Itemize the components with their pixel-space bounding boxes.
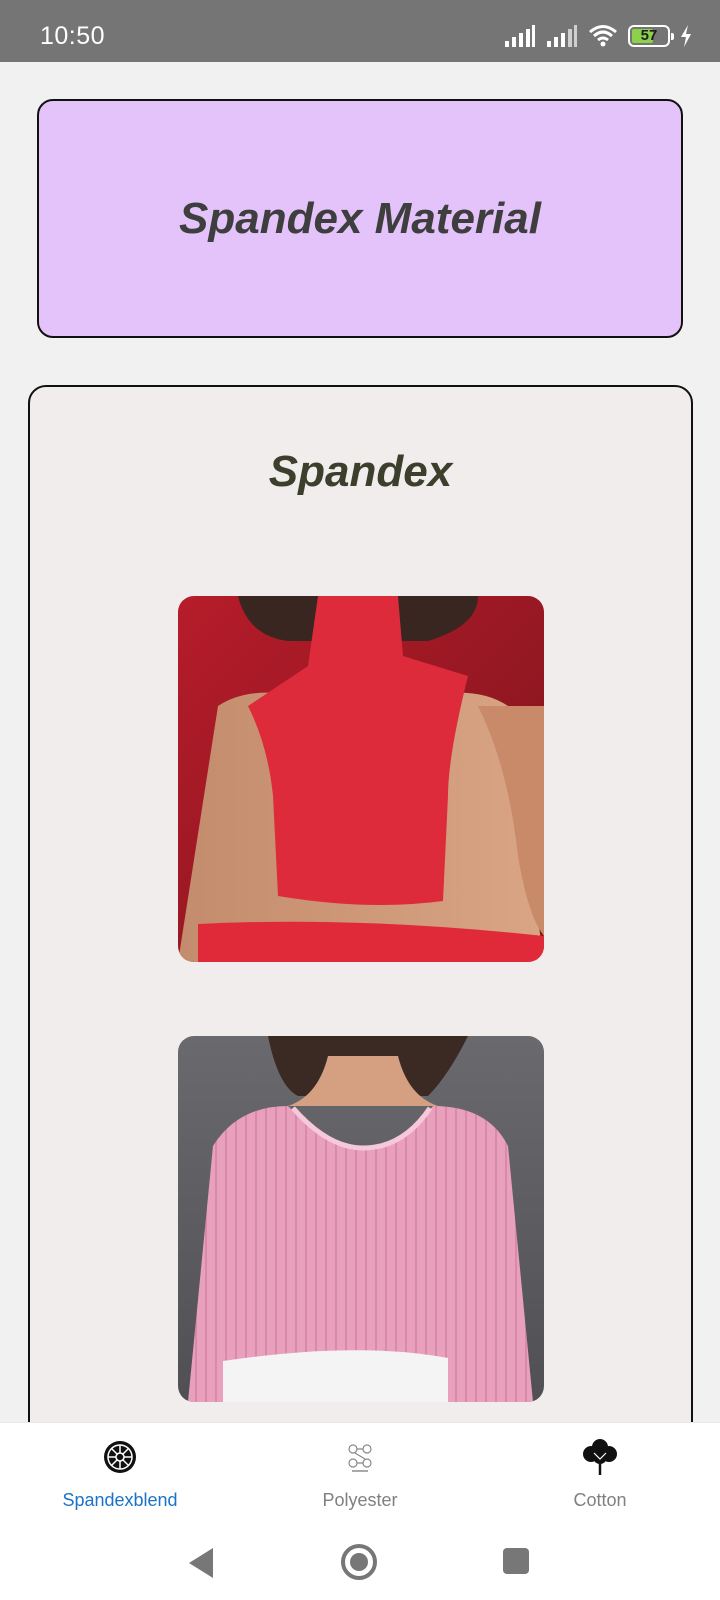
battery-icon: 57 bbox=[628, 25, 674, 47]
header-card: Spandex Material bbox=[37, 99, 683, 338]
nav-item-spandexblend[interactable]: Spandexblend bbox=[0, 1423, 240, 1531]
pink-ribbed-long-sleeve-top-photo[interactable] bbox=[178, 1036, 544, 1402]
spandex-fabric-icon bbox=[104, 1441, 136, 1473]
red-sleeveless-crop-top-photo[interactable] bbox=[178, 596, 544, 962]
recents-icon[interactable] bbox=[502, 1547, 530, 1575]
polyester-molecule-icon bbox=[348, 1444, 372, 1472]
back-icon[interactable] bbox=[186, 1546, 216, 1580]
bottom-navigation: Spandexblend Polyester Cotton bbox=[0, 1422, 720, 1530]
status-bar: 10:50 57 bbox=[0, 0, 720, 62]
cotton-plant-icon bbox=[583, 1439, 617, 1475]
section-title: Spandex bbox=[268, 447, 453, 496]
wifi-icon bbox=[589, 25, 617, 47]
page-title: Spandex Material bbox=[179, 193, 541, 243]
battery-level: 57 bbox=[640, 27, 658, 44]
system-navigation-bar bbox=[0, 1530, 720, 1600]
signal-icon bbox=[505, 25, 535, 47]
home-icon[interactable] bbox=[340, 1543, 378, 1581]
charging-icon bbox=[681, 25, 691, 47]
nav-item-cotton[interactable]: Cotton bbox=[480, 1423, 720, 1531]
signal-icon-2 bbox=[547, 25, 577, 47]
nav-item-polyester[interactable]: Polyester bbox=[240, 1423, 480, 1531]
material-card: Spandex bbox=[28, 385, 693, 1485]
nav-label-spandexblend: Spandexblend bbox=[62, 1490, 178, 1510]
status-icons: 57 bbox=[504, 20, 692, 52]
nav-label-polyester: Polyester bbox=[322, 1490, 398, 1510]
nav-label-cotton: Cotton bbox=[573, 1490, 627, 1510]
status-time: 10:50 bbox=[40, 22, 106, 50]
